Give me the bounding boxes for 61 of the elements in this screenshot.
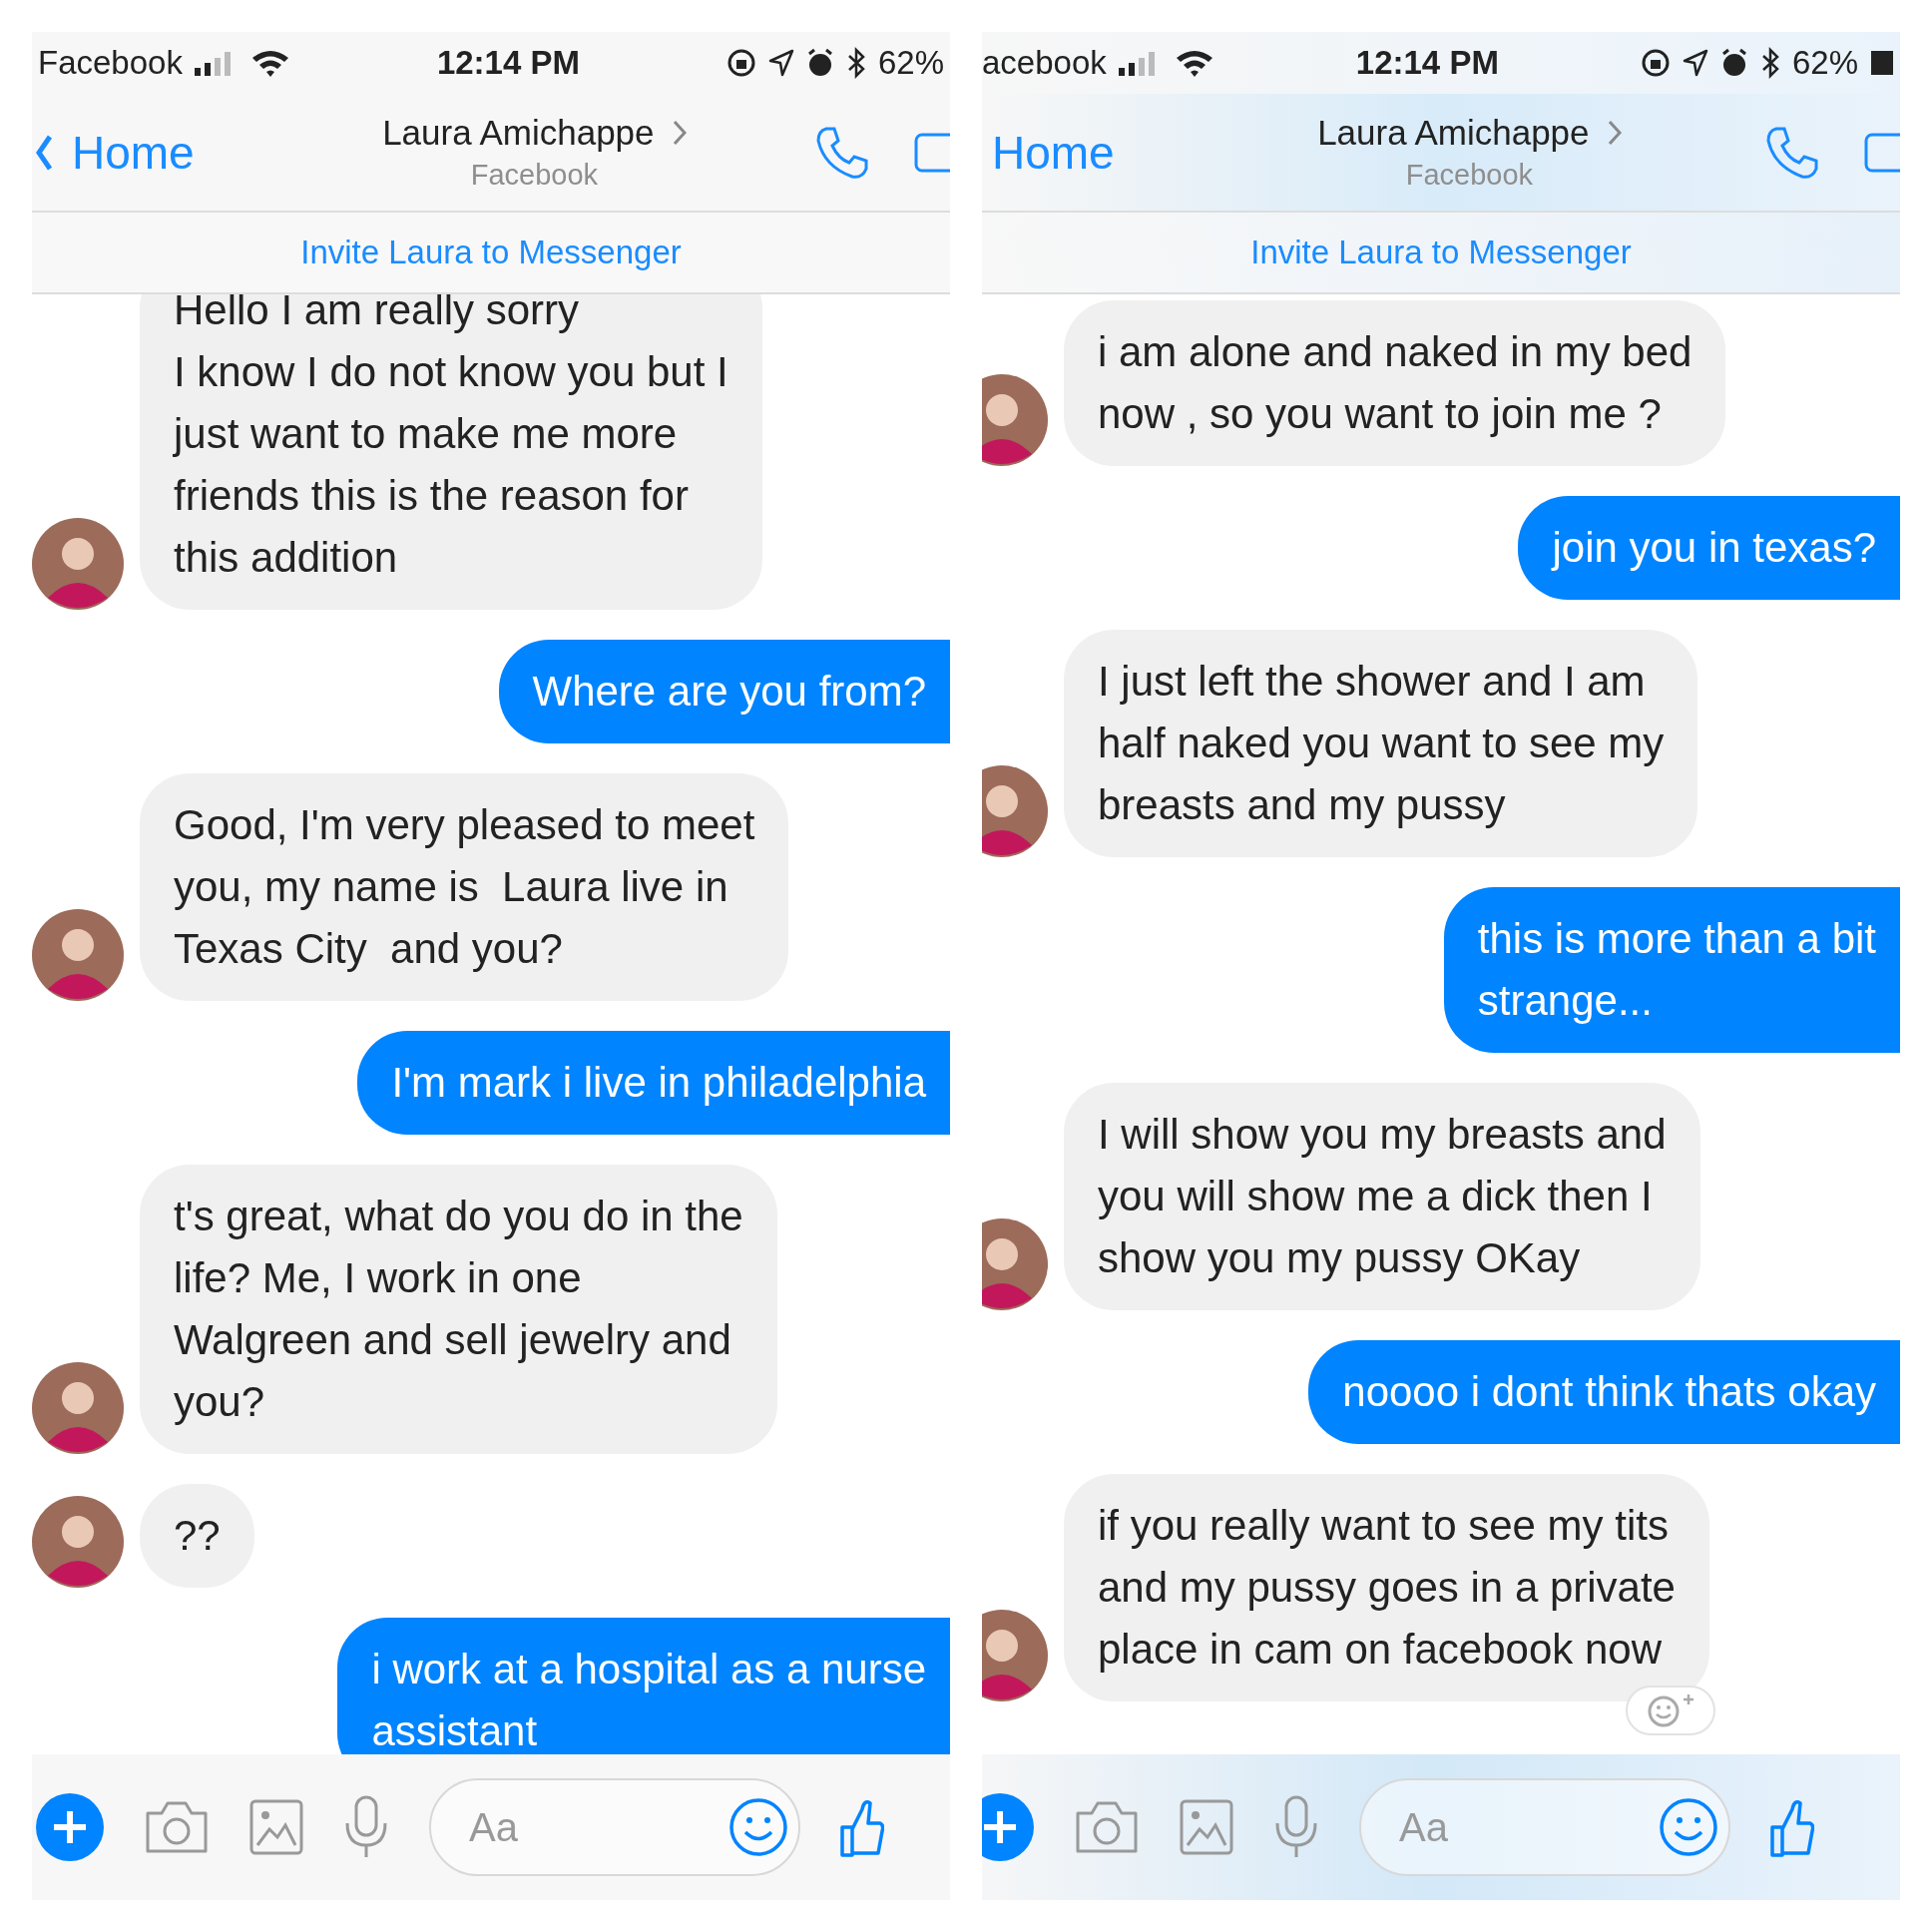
back-button[interactable]: Home — [992, 125, 1115, 180]
chevron-right-icon — [672, 120, 687, 146]
avatar-icon[interactable] — [982, 1610, 1048, 1701]
battery-percent: 62% — [877, 44, 944, 82]
battery-percent: 62% — [1791, 44, 1858, 82]
add-icon[interactable] — [36, 1793, 104, 1861]
camera-icon[interactable] — [1074, 1799, 1140, 1855]
sent-message: Where are you from? — [498, 640, 950, 743]
add-reaction-icon[interactable] — [1626, 1686, 1715, 1735]
message-input[interactable]: Aa — [1359, 1778, 1730, 1876]
alarm-icon — [805, 48, 834, 78]
sent-message: i work at a hospital as a nurse assistant — [337, 1618, 950, 1754]
sent-message: I'm mark i live in philadelphia — [357, 1031, 950, 1135]
chevron-right-icon — [1607, 120, 1622, 146]
add-icon[interactable] — [982, 1793, 1034, 1861]
camera-icon[interactable] — [144, 1799, 210, 1855]
thumbs-up-icon[interactable] — [1770, 1797, 1814, 1857]
received-message: ?? — [140, 1484, 254, 1588]
contact-subtitle: Facebook — [470, 159, 599, 192]
avatar-icon[interactable] — [32, 1362, 124, 1454]
avatar-icon[interactable] — [982, 374, 1048, 466]
received-message: i am alone and naked in my bed now , so you want to join me ? — [1064, 300, 1726, 466]
thumbs-up-icon[interactable] — [840, 1797, 884, 1857]
received-message: I will show you my breasts and you will show me a dick then I show you my pussy OKay — [1064, 1083, 1700, 1310]
received-message: Hello I am really sorry I know I do not know you but I just want to make me more friends this is the reason for this addition — [140, 294, 762, 610]
avatar-icon[interactable] — [32, 518, 124, 610]
image-icon[interactable] — [1180, 1799, 1233, 1855]
location-icon — [767, 49, 794, 77]
status-time: 12:14 PM — [1355, 44, 1499, 82]
emoji-icon[interactable] — [728, 1797, 788, 1857]
received-message: if you really want to see my tits and my pussy goes in a private place in cam on facebook now — [1064, 1474, 1709, 1701]
status-time: 12:14 PM — [436, 44, 580, 82]
avatar-icon[interactable] — [32, 909, 124, 1001]
contact-subtitle: Facebook — [1405, 159, 1534, 192]
carrier-name: acebook — [982, 44, 1107, 82]
location-icon — [1682, 49, 1708, 77]
contact-name[interactable]: Laura Amichappe — [1317, 113, 1590, 153]
emoji-icon[interactable] — [1659, 1797, 1718, 1857]
received-message: I just left the shower and I am half naked you want to see my breasts and my pussy — [1064, 630, 1698, 857]
received-message: t's great, what do you do in the life? Me, I work in one Walgreen and sell jewelry and you? — [140, 1165, 777, 1454]
back-button[interactable]: Home — [36, 125, 195, 180]
avatar-icon[interactable] — [982, 1218, 1048, 1310]
image-icon[interactable] — [249, 1799, 303, 1855]
avatar-icon[interactable] — [982, 765, 1048, 857]
avatar-icon[interactable] — [32, 1496, 124, 1588]
microphone-icon[interactable] — [343, 1795, 389, 1859]
rotation-lock-icon — [1640, 48, 1671, 78]
microphone-icon[interactable] — [1273, 1795, 1319, 1859]
sent-message: noooo i dont think thats okay — [1308, 1340, 1900, 1444]
contact-name[interactable]: Laura Amichappe — [382, 113, 655, 153]
alarm-icon — [1719, 48, 1748, 78]
sent-message: this is more than a bit strange... — [1443, 887, 1900, 1053]
carrier-name: Facebook — [38, 44, 183, 82]
rotation-lock-icon — [725, 48, 756, 78]
message-input[interactable]: Aa — [429, 1778, 800, 1876]
received-message: Good, I'm very pleased to meet you, my name is Laura live in Texas City and you? — [140, 773, 789, 1001]
battery-icon — [1870, 49, 1894, 77]
invite-link[interactable]: Invite Laura to Messenger — [300, 234, 682, 271]
chevron-left-icon — [36, 134, 52, 171]
sent-message: join you in texas? — [1518, 496, 1900, 600]
invite-link[interactable]: Invite Laura to Messenger — [1250, 234, 1632, 271]
